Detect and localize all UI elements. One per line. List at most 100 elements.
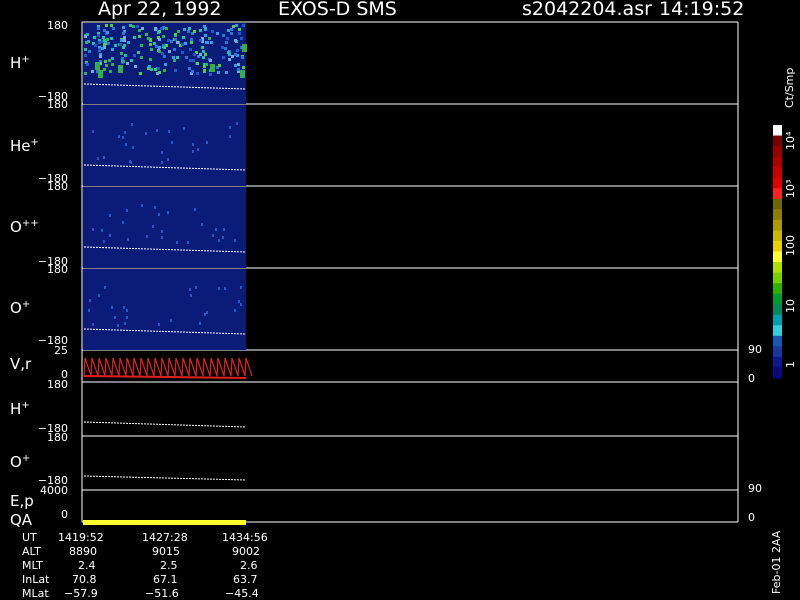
colorbar-segment xyxy=(773,146,782,158)
ephem-value: 2.5 xyxy=(160,559,178,572)
spectrogram-pixel xyxy=(234,53,237,56)
plot-area xyxy=(81,21,782,525)
colorbar-segment xyxy=(773,219,782,231)
spectrogram-pixel xyxy=(225,41,228,44)
spectrogram-pixel xyxy=(167,39,170,42)
header-mission: EXOS-D SMS xyxy=(278,0,397,20)
spectrogram-pixel xyxy=(122,32,125,35)
colorbar-tick-label: 10 xyxy=(784,299,797,313)
colorbar-segment xyxy=(773,209,782,221)
spectrogram-pixel xyxy=(234,39,237,42)
tick-label: 180 xyxy=(47,19,68,32)
spectrogram-pixel xyxy=(98,48,101,51)
spectrogram-pixel xyxy=(201,46,204,49)
spectrogram-pixel xyxy=(234,64,237,67)
spectrogram-pixel xyxy=(221,46,224,49)
spectrogram-pixel xyxy=(126,316,128,319)
spectrogram-pixel xyxy=(234,309,236,312)
spectrogram-pixel xyxy=(217,71,220,74)
spectrogram-pixel xyxy=(92,130,94,133)
spectrogram-pixel xyxy=(102,36,105,39)
ephem-value: 2.4 xyxy=(78,559,96,572)
spectrogram-pixel xyxy=(163,69,166,72)
spectrogram-pixel xyxy=(185,56,188,59)
spectrogram-pixel xyxy=(167,211,169,214)
spectrogram-pixel xyxy=(106,38,109,41)
spectrogram-pixel xyxy=(183,28,186,31)
spectrogram-pixel xyxy=(176,241,178,244)
spectrogram-pixel xyxy=(167,158,169,161)
spectrogram-pixel xyxy=(136,25,139,28)
spectrogram-pixel xyxy=(164,63,167,66)
colorbar-segment xyxy=(773,356,782,368)
spectrogram-pixel xyxy=(161,161,163,164)
spectrogram-pixel xyxy=(132,25,135,28)
spectrogram-pixel xyxy=(182,36,185,39)
ephem-value: 1427:28 xyxy=(142,531,188,544)
spectrogram-pixel xyxy=(98,294,100,297)
spectrogram-pixel xyxy=(160,27,163,30)
spectrogram-pixel xyxy=(230,28,233,31)
colorbar-segment xyxy=(773,167,782,179)
spectrogram-pixel xyxy=(227,51,230,54)
spectrogram-pixel xyxy=(212,234,214,237)
spectrogram-pixel xyxy=(176,56,179,59)
spectrogram-hotspot xyxy=(242,44,247,52)
spectrogram-pixel xyxy=(114,316,116,319)
spectrogram-pixel xyxy=(190,41,193,44)
ephem-label-mlat: MLat xyxy=(22,587,49,600)
spectrogram-pixel xyxy=(188,67,191,70)
spectrogram-pixel xyxy=(94,44,97,47)
spectrogram-pixel xyxy=(122,221,124,224)
spectrogram-pixel xyxy=(165,27,168,30)
spectrogram-pixel xyxy=(129,24,132,27)
header-time: 14:19:52 xyxy=(659,0,745,20)
spectrogram-pixel xyxy=(127,41,130,44)
spectrogram-pixel xyxy=(124,54,127,57)
spectrogram-pixel xyxy=(183,127,185,130)
spectrogram-pixel xyxy=(211,30,214,33)
spectrogram-pixel xyxy=(154,68,157,71)
spectrogram-pixel xyxy=(189,59,192,62)
spectrogram-pixel xyxy=(187,241,189,244)
spectrogram-pixel xyxy=(109,234,111,237)
spectrogram-pixel xyxy=(123,306,125,309)
spectrogram-pixel xyxy=(103,43,106,46)
spectrogram-pixel xyxy=(110,37,113,40)
spectrogram-panel xyxy=(83,269,246,350)
spectrogram-hotspot xyxy=(210,64,215,72)
panel-label-o-plus: O+ xyxy=(10,299,31,317)
spectrogram-pixel xyxy=(222,236,224,239)
velocity-trace xyxy=(83,357,253,378)
spectrogram-pixel xyxy=(133,54,136,57)
spectrogram-pixel xyxy=(111,48,114,51)
spectrogram-pixel xyxy=(130,59,133,62)
spectrogram-pixel xyxy=(161,151,163,154)
spectrogram-pixel xyxy=(127,238,129,241)
spectrogram-pixel xyxy=(172,56,175,59)
spectrogram-pixel xyxy=(84,48,87,51)
spectrogram-pixel xyxy=(124,131,126,134)
spectrogram-pixel xyxy=(241,56,244,59)
spectrogram-pixel xyxy=(242,24,245,27)
colorbar-tick-label: 10³ xyxy=(784,179,797,198)
spectrogram-pixel xyxy=(93,36,96,39)
spectrogram-pixel xyxy=(110,24,113,27)
spectrogram-pixel xyxy=(229,135,231,138)
spectrogram-pixel xyxy=(149,43,152,46)
spectrogram-pixel xyxy=(101,229,103,232)
colorbar-segment xyxy=(773,283,782,295)
spectrogram-pixel xyxy=(157,31,160,34)
ephem-value: 1419:52 xyxy=(58,531,104,544)
colorbar-segment xyxy=(773,335,782,347)
spectrogram-pixel xyxy=(146,235,148,238)
spectrogram-pixel xyxy=(157,67,160,70)
ephem-value: 9015 xyxy=(152,545,180,558)
spectrogram-pixel xyxy=(103,240,105,243)
spectrogram-hotspot xyxy=(95,62,100,70)
spectrogram-pixel xyxy=(203,25,206,28)
spectrogram-pixel xyxy=(181,43,184,46)
spectrogram-pixel xyxy=(163,55,166,58)
spectrogram-pixel xyxy=(106,31,109,34)
spectrogram-pixel xyxy=(218,64,221,67)
